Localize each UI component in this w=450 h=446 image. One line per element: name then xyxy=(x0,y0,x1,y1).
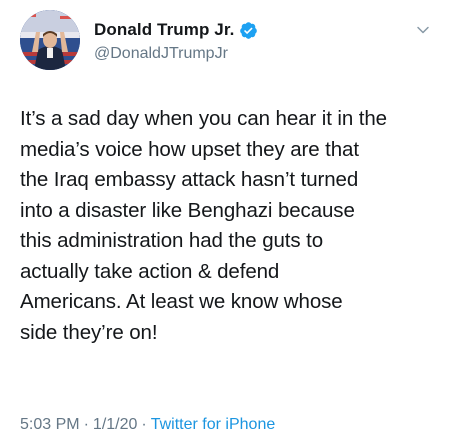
verified-badge-icon xyxy=(239,21,258,40)
tweet-date[interactable]: 1/1/20 xyxy=(93,416,137,434)
handle[interactable]: @DonaldJTrumpJr xyxy=(94,45,258,63)
profile-photo-icon xyxy=(20,10,80,70)
tweet-source-link[interactable]: Twitter for iPhone xyxy=(151,416,276,434)
meta-separator: · xyxy=(141,416,147,433)
tweet-card: Donald Trump Jr. @DonaldJTrumpJr It’s a … xyxy=(0,0,450,446)
tweet-time[interactable]: 5:03 PM xyxy=(20,416,80,434)
avatar[interactable] xyxy=(20,10,80,70)
meta-separator: · xyxy=(83,416,89,433)
tweet-header: Donald Trump Jr. @DonaldJTrumpJr xyxy=(20,10,435,72)
author-names: Donald Trump Jr. @DonaldJTrumpJr xyxy=(94,19,258,63)
display-name[interactable]: Donald Trump Jr. xyxy=(94,20,234,40)
tweet-meta: 5:03 PM · 1/1/20 · Twitter for iPhone xyxy=(20,416,275,434)
display-name-row: Donald Trump Jr. xyxy=(94,19,258,41)
chevron-down-icon[interactable] xyxy=(415,22,431,38)
tweet-text: It’s a sad day when you can hear it in t… xyxy=(20,107,387,344)
